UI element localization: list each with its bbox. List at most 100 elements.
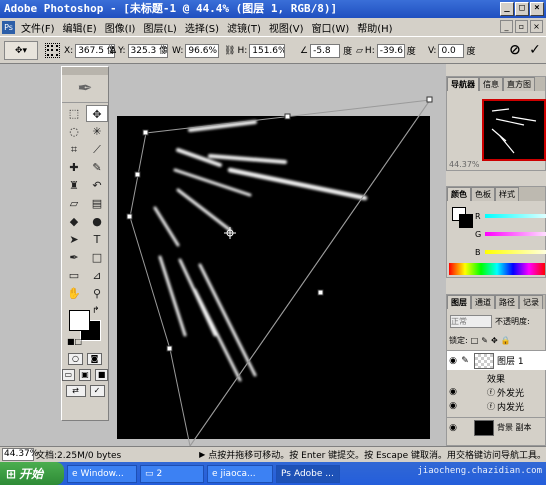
g-slider[interactable] — [485, 232, 546, 236]
crop-tool-icon[interactable]: ⌗ — [63, 141, 85, 158]
quickmask-mode-icon[interactable]: ◙ — [87, 353, 102, 365]
tab-navigator[interactable]: 导航器 — [447, 77, 479, 91]
menu-window[interactable]: 窗口(W) — [308, 20, 354, 35]
gradient-tool-icon[interactable]: ▤ — [86, 195, 108, 212]
lock-move-icon[interactable]: ✥ — [491, 336, 498, 345]
feather-icon[interactable]: ✒ — [62, 75, 108, 103]
task-jiaoca[interactable]: e jiaoca... — [207, 464, 273, 483]
effect-row-outer-glow[interactable]: ◉ ⓕ 外发光 — [447, 385, 546, 399]
task-window[interactable]: e Window... — [67, 464, 137, 483]
document-canvas[interactable] — [117, 116, 430, 439]
vskew-field[interactable]: 0.0 — [438, 43, 465, 58]
lock-transparency-icon[interactable]: □ — [471, 336, 479, 345]
tab-color[interactable]: 颜色 — [447, 187, 471, 201]
close-button[interactable]: × — [530, 2, 544, 16]
doc-restore-button[interactable]: ▫ — [515, 20, 528, 33]
eye-icon[interactable]: ◉ — [447, 387, 459, 397]
tab-channels[interactable]: 通道 — [471, 295, 495, 309]
tool-preset-picker[interactable]: ✥▾ — [4, 41, 38, 60]
hand-tool-icon[interactable]: ✋ — [63, 285, 85, 302]
blend-mode-select[interactable]: 正常 — [450, 314, 492, 328]
menu-layer[interactable]: 图层(L) — [139, 20, 180, 35]
path-select-icon[interactable]: ➤ — [63, 231, 85, 248]
commit-transform-icon[interactable]: ✓ — [527, 42, 543, 58]
task-photoshop[interactable]: Ps Adobe ... — [276, 464, 340, 483]
y-field[interactable]: 325.3 像 — [127, 43, 168, 58]
edit-icon[interactable]: ✓ — [89, 385, 105, 397]
menu-select[interactable]: 选择(S) — [181, 20, 223, 35]
link-icon[interactable]: ⛓ — [224, 46, 235, 56]
lock-paint-icon[interactable]: ✎ — [481, 336, 488, 345]
tab-info[interactable]: 信息 — [479, 77, 503, 91]
eyedropper-tool-icon[interactable]: ⊿ — [86, 267, 108, 284]
eraser-tool-icon[interactable]: ▱ — [63, 195, 85, 212]
zoom-field[interactable]: 44.37% — [2, 448, 38, 461]
w-field[interactable]: 96.6% — [185, 43, 220, 58]
magic-wand-tool-icon[interactable]: ✳ — [86, 123, 108, 140]
screen-mode-1-icon[interactable]: ▭ — [62, 369, 75, 381]
maximize-button[interactable]: □ — [515, 2, 529, 16]
zoom-tool-icon[interactable]: ⚲ — [86, 285, 108, 302]
layer-row-1[interactable]: ◉ ✎ 图层 1 — [447, 350, 546, 370]
brush-link-icon[interactable]: ✎ — [459, 356, 471, 366]
history-brush-icon[interactable]: ↶ — [86, 177, 108, 194]
color-spectrum[interactable] — [449, 263, 545, 275]
dodge-tool-icon[interactable]: ● — [86, 213, 108, 230]
standard-mode-icon[interactable]: ○ — [68, 353, 83, 365]
menu-file[interactable]: 文件(F) — [17, 20, 59, 35]
app-icon[interactable]: Ps — [2, 20, 15, 34]
eye-icon[interactable]: ◉ — [447, 356, 459, 366]
b-slider[interactable] — [484, 250, 546, 254]
menu-help[interactable]: 帮助(H) — [353, 20, 396, 35]
menu-filter[interactable]: 滤镜(T) — [223, 20, 265, 35]
tab-histogram[interactable]: 直方图 — [503, 77, 535, 91]
doc-minimize-button[interactable]: _ — [500, 20, 513, 33]
minimize-button[interactable]: _ — [500, 2, 514, 16]
pen-tool-icon[interactable]: ✒ — [63, 249, 85, 266]
eye-icon[interactable]: ◉ — [447, 401, 459, 411]
effects-row[interactable]: 效果 — [447, 371, 546, 385]
menu-view[interactable]: 视图(V) — [265, 20, 308, 35]
eye-icon[interactable]: ◉ — [447, 423, 459, 433]
navigator-zoom[interactable]: 44.37% — [449, 160, 480, 169]
doc-close-button[interactable]: × — [530, 20, 543, 33]
tab-styles[interactable]: 样式 — [495, 187, 519, 201]
lasso-tool-icon[interactable]: ◌ — [63, 123, 85, 140]
tab-paths[interactable]: 路径 — [495, 295, 519, 309]
toolbox-header[interactable] — [62, 67, 108, 75]
slice-tool-icon[interactable]: ⟋ — [86, 141, 108, 158]
angle-field[interactable]: -5.8 — [310, 43, 341, 58]
doc-size[interactable]: 文档:2.25M/0 bytes — [36, 448, 163, 461]
color-bg-swatch[interactable] — [459, 214, 473, 228]
default-colors-icon[interactable]: ■□ — [67, 337, 82, 346]
lock-all-icon[interactable]: 🔒 — [501, 336, 511, 345]
tab-swatches[interactable]: 色板 — [471, 187, 495, 201]
navigator-thumbnail[interactable] — [482, 99, 546, 161]
reference-point-icon[interactable] — [45, 43, 60, 58]
blur-tool-icon[interactable]: ◆ — [63, 213, 85, 230]
start-button[interactable]: ⊞ 开始 — [0, 462, 64, 485]
move-tool-icon[interactable]: ✥ — [86, 105, 108, 122]
brush-tool-icon[interactable]: ✎ — [86, 159, 108, 176]
layer-row-2[interactable]: ◉ 背景 副本 — [447, 417, 546, 437]
notes-tool-icon[interactable]: ▭ — [63, 267, 85, 284]
stamp-tool-icon[interactable]: ♜ — [63, 177, 85, 194]
hskew-field[interactable]: -39.6 — [376, 43, 405, 58]
swap-colors-icon[interactable]: ↱ — [92, 306, 100, 316]
tab-layers[interactable]: 图层 — [447, 295, 471, 309]
jump-to-imageready-icon[interactable]: ⇄ — [65, 385, 86, 397]
menu-image[interactable]: 图像(I) — [101, 20, 140, 35]
screen-mode-2-icon[interactable]: ▣ — [78, 369, 92, 381]
shape-tool-icon[interactable]: □ — [86, 249, 108, 266]
cancel-transform-icon[interactable]: ⊘ — [507, 42, 523, 58]
h-field[interactable]: 151.6% — [249, 43, 286, 58]
type-tool-icon[interactable]: T — [86, 231, 108, 248]
r-slider[interactable] — [484, 214, 546, 218]
screen-mode-3-icon[interactable]: ■ — [95, 369, 109, 381]
foreground-color-swatch[interactable] — [69, 310, 90, 331]
healing-brush-icon[interactable]: ✚ — [63, 159, 85, 176]
marquee-tool-icon[interactable]: ⬚ — [63, 105, 85, 122]
effect-row-inner-glow[interactable]: ◉ ⓕ 内发光 — [447, 399, 546, 413]
menu-edit[interactable]: 编辑(E) — [59, 20, 101, 35]
task-folder[interactable]: ▭ 2 — [140, 464, 204, 483]
